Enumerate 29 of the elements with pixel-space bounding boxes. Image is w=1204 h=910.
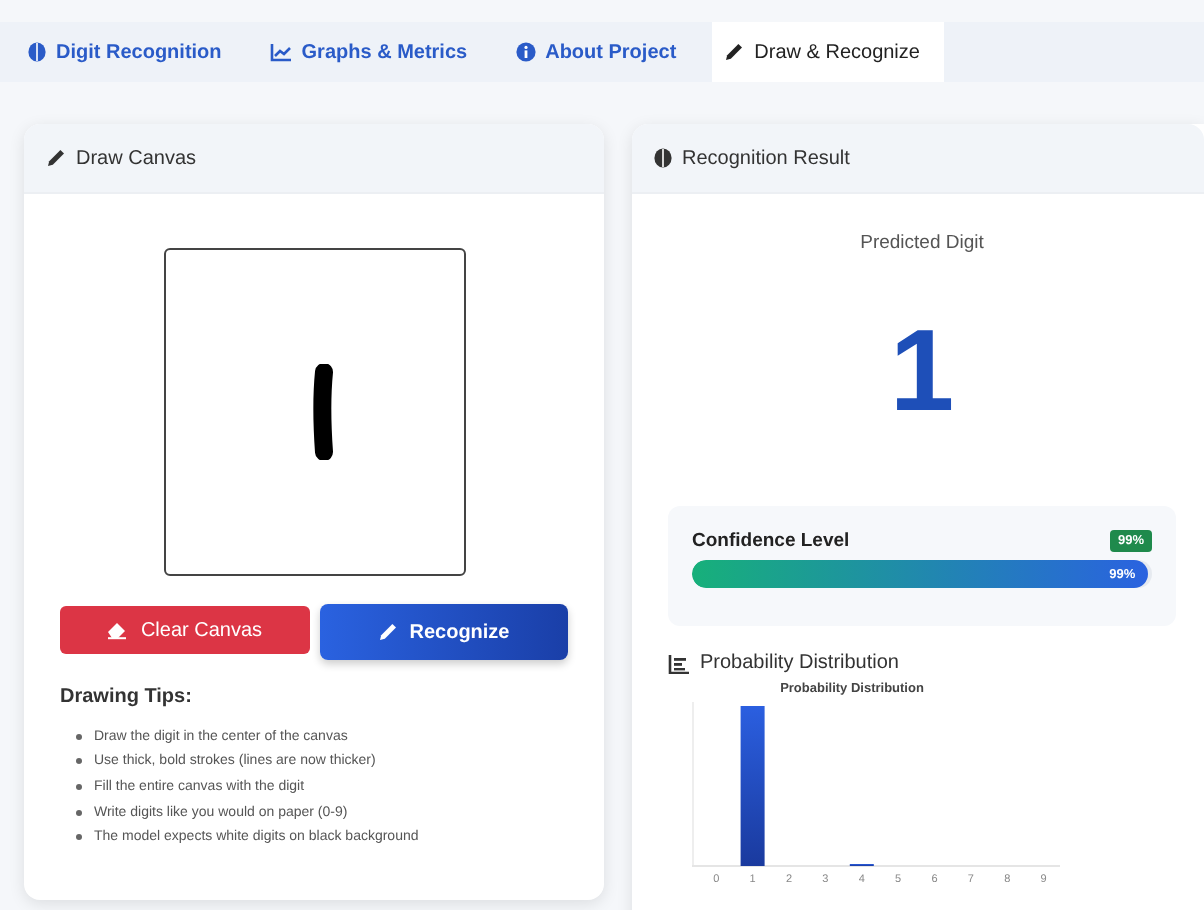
tab[interactable]: Graphs & Metrics bbox=[257, 22, 492, 82]
confidence-label: Confidence Level bbox=[692, 530, 850, 552]
card-title: Draw Canvas bbox=[76, 147, 197, 169]
bullet-icon bbox=[76, 733, 82, 740]
pencil-icon bbox=[46, 148, 66, 168]
chart-icon bbox=[269, 42, 292, 62]
digit-stroke-drawing bbox=[310, 364, 338, 460]
brain-icon bbox=[654, 148, 672, 168]
bar-chart-icon bbox=[668, 653, 690, 673]
tab[interactable]: Digit Recognition bbox=[16, 22, 246, 82]
tab[interactable]: About Project bbox=[503, 22, 701, 82]
predicted-label: Predicted Digit bbox=[858, 232, 986, 254]
info-icon bbox=[515, 42, 536, 62]
clear-canvas-button[interactable]: Clear Canvas bbox=[60, 606, 309, 654]
tips-heading: Drawing Tips: bbox=[60, 686, 194, 708]
tab[interactable]: Draw & Recognize bbox=[712, 22, 944, 82]
brain-icon bbox=[28, 42, 46, 62]
pencil-icon bbox=[724, 42, 745, 62]
recognize-button[interactable]: Recognize bbox=[319, 604, 568, 660]
drawing-canvas[interactable] bbox=[163, 248, 465, 576]
pencil-icon bbox=[377, 622, 398, 642]
bullet-icon bbox=[76, 758, 82, 765]
bullet-icon bbox=[76, 783, 82, 790]
eraser-icon bbox=[106, 620, 129, 640]
bullet-icon bbox=[76, 809, 82, 816]
bullet-icon bbox=[76, 834, 82, 841]
section-title: Probability Distribution bbox=[700, 652, 899, 674]
predicted-digit: 1 bbox=[887, 312, 957, 432]
card-title: Recognition Result bbox=[682, 147, 850, 169]
